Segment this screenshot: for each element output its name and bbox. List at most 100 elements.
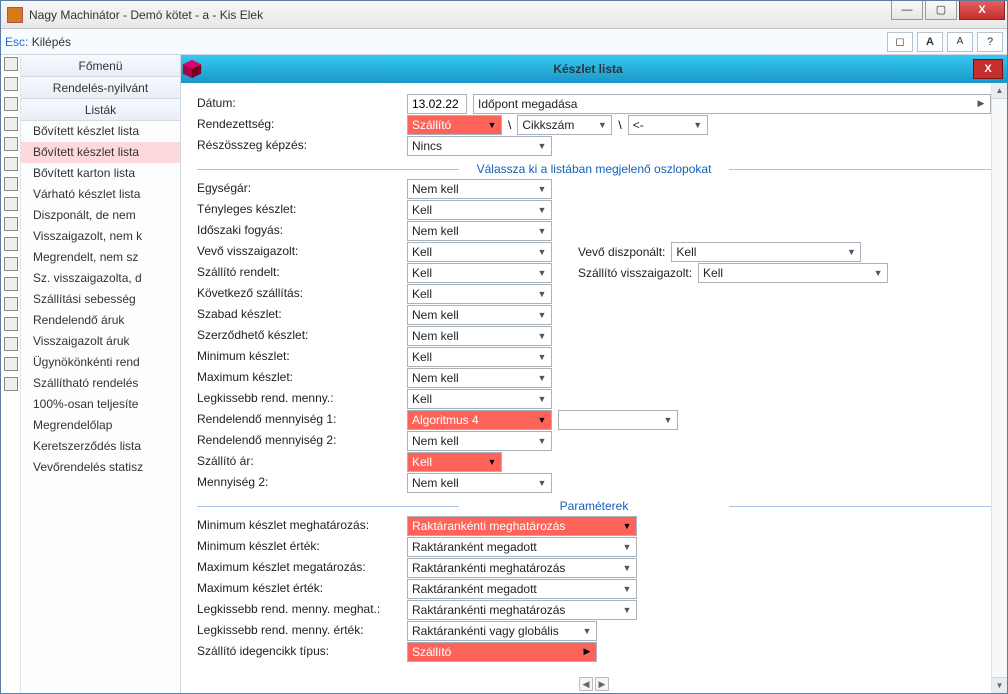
panel-title: Készlet lista: [203, 62, 973, 76]
select-field[interactable]: Kell▼: [407, 242, 552, 262]
select-field[interactable]: Raktárankénti meghatározás▼: [407, 600, 637, 620]
label-rendezettseg: Rendezettség:: [197, 114, 397, 135]
select-field[interactable]: Raktáranként megadott▼: [407, 537, 637, 557]
sidebar-item[interactable]: Megrendelőlap: [21, 415, 180, 436]
param-label: Minimum készlet érték:: [197, 536, 397, 557]
scroll-down-button[interactable]: ▼: [992, 677, 1007, 693]
sidebar-item[interactable]: Visszaigazolt áruk: [21, 331, 180, 352]
sidebar-item[interactable]: Bővített készlet lista: [21, 142, 180, 163]
minimize-button[interactable]: —: [891, 0, 923, 20]
strip-icon[interactable]: [4, 317, 18, 331]
select-sort3[interactable]: <-▼: [628, 115, 708, 135]
column-control: Kell▼: [407, 388, 991, 409]
toolbar-square-button[interactable]: ◻: [887, 32, 913, 52]
strip-icon[interactable]: [4, 237, 18, 251]
select-field[interactable]: Kell▼: [407, 389, 552, 409]
strip-icon[interactable]: [4, 77, 18, 91]
toolbar-font-large-button[interactable]: A: [917, 32, 943, 52]
select-field[interactable]: Algoritmus 4▼: [407, 410, 552, 430]
chevron-down-icon: ▼: [535, 306, 549, 324]
sidebar-item[interactable]: Diszponált, de nem: [21, 205, 180, 226]
sidebar-item[interactable]: Vevőrendelés statisz: [21, 457, 180, 478]
select-field[interactable]: Raktáranként megadott▼: [407, 579, 637, 599]
vertical-scrollbar[interactable]: ▲ ▼: [991, 83, 1007, 693]
param-label: Legkissebb rend. menny. meghat.:: [197, 599, 397, 620]
param-control: Raktárankénti vagy globális▼: [407, 620, 991, 641]
select-field[interactable]: Kell▼: [407, 347, 552, 367]
select-field[interactable]: Nem kell▼: [407, 326, 552, 346]
toolbar-font-small-button[interactable]: A: [947, 32, 973, 52]
sidebar-item[interactable]: Megrendelt, nem sz: [21, 247, 180, 268]
strip-icon[interactable]: [4, 117, 18, 131]
strip-icon[interactable]: [4, 297, 18, 311]
input-datum[interactable]: 13.02.22: [407, 94, 467, 114]
sidebar-item[interactable]: Bővített készlet lista: [21, 121, 180, 142]
select-field[interactable]: Kell▼: [407, 452, 502, 472]
select-reszosszeg[interactable]: Nincs▼: [407, 136, 552, 156]
esc-hint[interactable]: Esc: Kilépés: [5, 35, 71, 49]
icon-strip: [1, 55, 21, 693]
sidebar-group[interactable]: Rendelés-nyilvánt: [21, 77, 180, 99]
select-field[interactable]: Kell▼: [698, 263, 888, 283]
sidebar-item[interactable]: Sz. visszaigazolta, d: [21, 268, 180, 289]
scroll-right-button[interactable]: ▶: [595, 677, 609, 691]
select-field[interactable]: Kell▼: [407, 263, 552, 283]
select-field[interactable]: Nem kell▼: [407, 473, 552, 493]
select-field[interactable]: Nem kell▼: [407, 221, 552, 241]
select-field[interactable]: Szállító▶: [407, 642, 597, 662]
scroll-left-button[interactable]: ◀: [579, 677, 593, 691]
maximize-button[interactable]: ▢: [925, 0, 957, 20]
panel-header: Készlet lista X: [181, 55, 1007, 83]
select-field[interactable]: Raktárankénti vagy globális▼: [407, 621, 597, 641]
strip-icon[interactable]: [4, 337, 18, 351]
label-datum: Dátum:: [197, 93, 397, 114]
sidebar-group[interactable]: Listák: [21, 99, 180, 121]
scroll-up-button[interactable]: ▲: [992, 83, 1007, 99]
toolbar-help-button[interactable]: ?: [977, 32, 1003, 52]
sidebar-item[interactable]: Szállítási sebesség: [21, 289, 180, 310]
select-field[interactable]: Nem kell▼: [407, 179, 552, 199]
select-field[interactable]: Raktárankénti meghatározás▼: [407, 558, 637, 578]
sidebar-item[interactable]: 100%-osan teljesíte: [21, 394, 180, 415]
close-button[interactable]: X: [959, 0, 1005, 20]
sidebar-item[interactable]: Várható készlet lista: [21, 184, 180, 205]
strip-icon[interactable]: [4, 357, 18, 371]
select-field[interactable]: Nem kell▼: [407, 305, 552, 325]
strip-icon[interactable]: [4, 137, 18, 151]
select-sort2[interactable]: Cikkszám▼: [517, 115, 612, 135]
scrollbar-track[interactable]: [992, 99, 1007, 677]
column-control: Kell▼: [407, 199, 991, 220]
sidebar-item[interactable]: Ügynökönkénti rend: [21, 352, 180, 373]
select-field[interactable]: Raktárankénti meghatározás▼: [407, 516, 637, 536]
select-idopont[interactable]: Időpont megadása▶: [473, 94, 991, 114]
strip-icon[interactable]: [4, 157, 18, 171]
panel-close-button[interactable]: X: [973, 59, 1003, 79]
select-field[interactable]: Kell▼: [407, 284, 552, 304]
column-label: Szabad készlet:: [197, 304, 397, 325]
select-field[interactable]: Nem kell▼: [407, 431, 552, 451]
strip-icon[interactable]: [4, 217, 18, 231]
sidebar-item[interactable]: Bővített karton lista: [21, 163, 180, 184]
sidebar-item[interactable]: Rendelendő áruk: [21, 310, 180, 331]
sidebar-item[interactable]: Visszaigazolt, nem k: [21, 226, 180, 247]
params-grid: Minimum készlet meghatározás:Raktárankén…: [197, 515, 991, 662]
select-field-blank[interactable]: ▼: [558, 410, 678, 430]
strip-icon[interactable]: [4, 97, 18, 111]
sidebar-group[interactable]: Főmenü: [21, 55, 180, 77]
strip-icon[interactable]: [4, 197, 18, 211]
select-field[interactable]: Nem kell▼: [407, 368, 552, 388]
sidebar-item[interactable]: Szállítható rendelés: [21, 373, 180, 394]
column-extra-label: Szállító visszaigazolt:: [578, 266, 692, 280]
strip-icon[interactable]: [4, 177, 18, 191]
strip-icon[interactable]: [4, 257, 18, 271]
select-field[interactable]: Kell▼: [407, 200, 552, 220]
strip-icon[interactable]: [4, 277, 18, 291]
column-label: Rendelendő mennyiség 1:: [197, 409, 397, 430]
select-field[interactable]: Kell▼: [671, 242, 861, 262]
sidebar-item[interactable]: Keretszerződés lista: [21, 436, 180, 457]
strip-icon[interactable]: [4, 377, 18, 391]
strip-icon[interactable]: [4, 57, 18, 71]
column-label: Maximum készlet:: [197, 367, 397, 388]
select-sort1[interactable]: Szállító▼: [407, 115, 502, 135]
param-label: Szállító idegencikk típus:: [197, 641, 397, 662]
